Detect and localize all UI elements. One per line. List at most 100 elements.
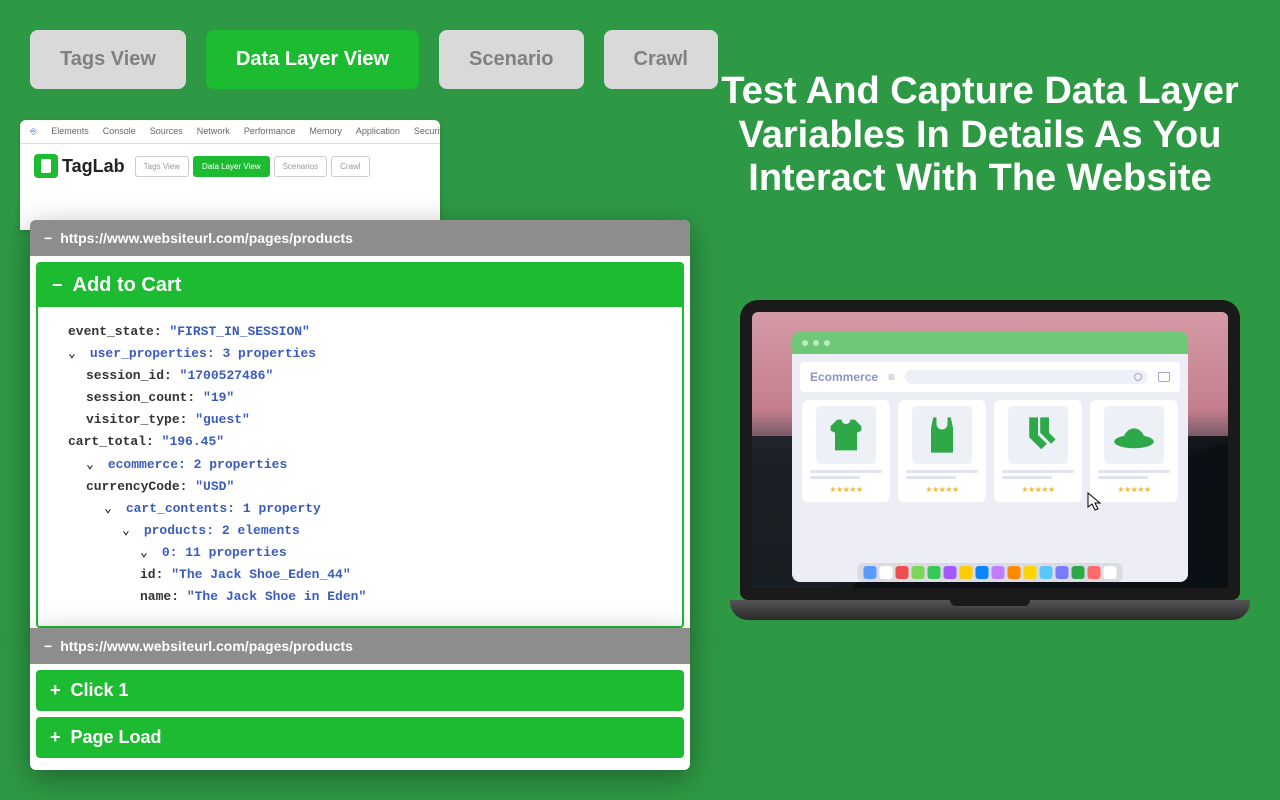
dl-row[interactable]: ⌄ cart_contents: 1 property — [68, 498, 664, 520]
event-title: Page Load — [71, 727, 162, 748]
dock-app-icon[interactable] — [864, 566, 877, 579]
rating-stars: ★★★★★ — [925, 485, 958, 494]
dock-app-icon[interactable] — [1104, 566, 1117, 579]
tab-scenario[interactable]: Scenario — [439, 30, 583, 89]
devtools-icon: ⎆ — [30, 126, 37, 137]
event-section-page-load[interactable]: + Page Load — [36, 717, 684, 758]
event-title: Add to Cart — [73, 274, 182, 297]
site-title: Ecommerce — [810, 370, 878, 384]
tab-data-layer-view[interactable]: Data Layer View — [206, 30, 419, 89]
product-grid: ★★★★★ ★★★★★ ★★★★★ — [792, 400, 1188, 502]
expand-icon[interactable]: + — [50, 727, 61, 748]
dl-row[interactable]: ⌄ 0: 11 properties — [68, 542, 664, 564]
event-section-click[interactable]: + Click 1 — [36, 670, 684, 711]
dl-row: currencyCode: "USD" — [68, 476, 664, 498]
dl-row[interactable]: ⌄ products: 2 elements — [68, 520, 664, 542]
collapse-icon[interactable]: − — [44, 638, 52, 654]
dl-row: id: "The Jack Shoe_Eden_44" — [68, 564, 664, 586]
devtools-tabs: ⎆ Elements Console Sources Network Perfo… — [20, 120, 440, 144]
dl-row: session_id: "1700527486" — [68, 365, 664, 387]
sweater-icon — [824, 413, 868, 457]
event-section-add-to-cart: − Add to Cart event_state: "FIRST_IN_SES… — [36, 262, 684, 628]
rating-stars: ★★★★★ — [1117, 485, 1150, 494]
data-layer-panel: − https://www.websiteurl.com/pages/produ… — [30, 220, 690, 634]
product-image — [912, 406, 972, 464]
product-card[interactable]: ★★★★★ — [994, 400, 1082, 502]
dock-app-icon[interactable] — [1040, 566, 1053, 579]
url-text: https://www.websiteurl.com/pages/product… — [60, 230, 353, 246]
product-image — [816, 406, 876, 464]
dl-row: name: "The Jack Shoe in Eden" — [68, 586, 664, 608]
chevron-down-icon[interactable]: ⌄ — [122, 520, 136, 542]
rating-stars: ★★★★★ — [1021, 485, 1054, 494]
dock-app-icon[interactable] — [912, 566, 925, 579]
browser-mock: Ecommerce ≡ ★★★★★ ★★★ — [792, 332, 1188, 582]
laptop-base — [730, 600, 1250, 620]
mini-tabs: Tags View Data Layer View Scenarios Craw… — [135, 156, 370, 177]
dock-app-icon[interactable] — [1088, 566, 1101, 579]
dock-app-icon[interactable] — [976, 566, 989, 579]
window-dot-icon — [813, 340, 819, 346]
laptop-screen: Ecommerce ≡ ★★★★★ ★★★ — [740, 300, 1240, 600]
expand-icon[interactable]: + — [50, 680, 61, 701]
tank-top-icon — [920, 413, 964, 457]
dock-app-icon[interactable] — [1072, 566, 1085, 579]
cart-icon[interactable] — [1158, 372, 1170, 382]
tab-tags-view[interactable]: Tags View — [30, 30, 186, 89]
url-bar[interactable]: − https://www.websiteurl.com/pages/produ… — [30, 220, 690, 256]
dock-app-icon[interactable] — [896, 566, 909, 579]
dl-row: visitor_type: "guest" — [68, 409, 664, 431]
window-dot-icon — [802, 340, 808, 346]
event-title: Click 1 — [71, 680, 129, 701]
rating-stars: ★★★★★ — [829, 485, 862, 494]
site-header: Ecommerce ≡ — [800, 362, 1180, 392]
devtools-tab: Network — [197, 126, 230, 137]
dock-app-icon[interactable] — [1024, 566, 1037, 579]
hat-icon — [1112, 413, 1156, 457]
taglab-logo-icon — [34, 154, 58, 178]
chevron-down-icon[interactable]: ⌄ — [140, 542, 154, 564]
taglab-row: TagLab Tags View Data Layer View Scenari… — [20, 144, 440, 188]
mini-tab-scenarios[interactable]: Scenarios — [274, 156, 328, 177]
mini-tab-crawl[interactable]: Crawl — [331, 156, 369, 177]
dock-app-icon[interactable] — [1056, 566, 1069, 579]
url-bar[interactable]: − https://www.websiteurl.com/pages/produ… — [30, 628, 690, 664]
window-dot-icon — [824, 340, 830, 346]
collapse-icon[interactable]: − — [44, 230, 52, 246]
dock-app-icon[interactable] — [960, 566, 973, 579]
product-image — [1008, 406, 1068, 464]
data-layer-panel-lower: − https://www.websiteurl.com/pages/produ… — [30, 628, 690, 770]
dock-app-icon[interactable] — [880, 566, 893, 579]
mini-tab-data-layer-view[interactable]: Data Layer View — [193, 156, 270, 177]
chevron-down-icon[interactable]: ⌄ — [104, 498, 118, 520]
macos-dock — [858, 563, 1123, 582]
marketing-headline: Test And Capture Data Layer Variables In… — [710, 70, 1250, 201]
chevron-down-icon[interactable]: ⌄ — [68, 343, 82, 365]
dock-app-icon[interactable] — [1008, 566, 1021, 579]
devtools-tab: Security — [414, 126, 440, 137]
search-input[interactable] — [905, 370, 1148, 384]
product-card[interactable]: ★★★★★ — [1090, 400, 1178, 502]
mini-tab-tags-view[interactable]: Tags View — [135, 156, 189, 177]
dl-row[interactable]: ⌄ ecommerce: 2 properties — [68, 454, 664, 476]
dock-app-icon[interactable] — [992, 566, 1005, 579]
product-card[interactable]: ★★★★★ — [898, 400, 986, 502]
event-header[interactable]: − Add to Cart — [38, 264, 682, 307]
laptop-mock: Ecommerce ≡ ★★★★★ ★★★ — [730, 300, 1250, 620]
collapse-icon[interactable]: − — [52, 275, 63, 296]
hamburger-icon[interactable]: ≡ — [888, 370, 895, 384]
browser-titlebar — [792, 332, 1188, 354]
dock-app-icon[interactable] — [944, 566, 957, 579]
devtools-tab: Performance — [244, 126, 296, 137]
chevron-down-icon[interactable]: ⌄ — [86, 454, 100, 476]
tab-crawl[interactable]: Crawl — [604, 30, 718, 89]
devtools-tab: Sources — [150, 126, 183, 137]
product-card[interactable]: ★★★★★ — [802, 400, 890, 502]
devtools-mock: ⎆ Elements Console Sources Network Perfo… — [20, 120, 440, 230]
devtools-tab: Elements — [51, 126, 89, 137]
dl-row[interactable]: ⌄ user_properties: 3 properties — [68, 343, 664, 365]
dock-app-icon[interactable] — [928, 566, 941, 579]
devtools-tab: Console — [103, 126, 136, 137]
event-body: event_state: "FIRST_IN_SESSION" ⌄ user_p… — [38, 307, 682, 626]
url-text: https://www.websiteurl.com/pages/product… — [60, 638, 353, 654]
